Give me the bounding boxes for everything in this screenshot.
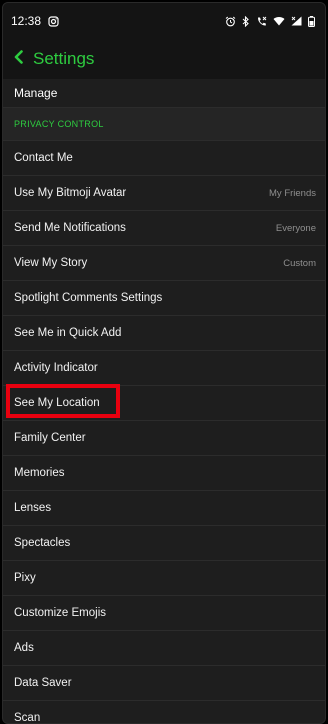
section-header-privacy-control: PRIVACY CONTROL	[3, 108, 325, 141]
list-item-label: Family Center	[14, 432, 86, 444]
list-item-label: Send Me Notifications	[14, 222, 126, 234]
list-item-pixy[interactable]: Pixy	[3, 561, 325, 596]
list-item-activity-indicator[interactable]: Activity Indicator	[3, 351, 325, 386]
list-item-label: Contact Me	[14, 152, 73, 164]
status-time: 12:38	[11, 14, 42, 28]
list-item-view-my-story[interactable]: View My Story Custom	[3, 246, 325, 281]
list-item-value: Everyone	[275, 222, 316, 234]
list-item-label: Data Saver	[14, 677, 72, 689]
section-title: PRIVACY CONTROL	[14, 119, 104, 129]
list-item-contact-me[interactable]: Contact Me	[3, 141, 325, 176]
list-item-label: See Me in Quick Add	[14, 327, 122, 339]
list-item-label: Customize Emojis	[14, 607, 107, 619]
wifi-icon	[273, 16, 285, 26]
bluetooth-icon	[242, 15, 250, 27]
call-icon	[256, 16, 267, 27]
status-right	[225, 15, 315, 27]
list-item-customize-emojis[interactable]: Customize Emojis	[3, 596, 325, 631]
list-item-label: Activity Indicator	[14, 362, 98, 374]
list-item-ads[interactable]: Ads	[3, 631, 325, 666]
list-item-label: Spectacles	[14, 537, 71, 549]
list-item-label: Use My Bitmoji Avatar	[14, 187, 127, 199]
alarm-icon	[225, 16, 236, 27]
signal-icon	[291, 16, 302, 26]
list-item-use-my-bitmoji-avatar[interactable]: Use My Bitmoji Avatar My Friends	[3, 176, 325, 211]
list-item-value: My Friends	[269, 187, 316, 199]
list-item-see-my-location[interactable]: See My Location	[3, 384, 325, 421]
back-chevron-icon[interactable]	[13, 49, 25, 69]
list-item-label: Scan	[14, 712, 41, 724]
list-item-label: Ads	[14, 642, 34, 654]
list-item-value: Custom	[283, 257, 316, 269]
list-item-lenses[interactable]: Lenses	[3, 491, 325, 526]
list-item-label: See My Location	[14, 397, 100, 409]
status-left: 12:38	[11, 14, 59, 28]
list-item-scan[interactable]: Scan	[3, 701, 325, 724]
settings-header: Settings	[3, 39, 325, 79]
list-item-send-me-notifications[interactable]: Send Me Notifications Everyone	[3, 211, 325, 246]
status-bar: 12:38	[3, 3, 325, 39]
list-item-label: Pixy	[14, 572, 36, 584]
instagram-icon	[48, 15, 59, 27]
list-item-spotlight-comments-settings[interactable]: Spotlight Comments Settings	[3, 281, 325, 316]
list-item-label: Lenses	[14, 502, 52, 514]
list-item-see-me-in-quick-add[interactable]: See Me in Quick Add	[3, 316, 325, 351]
list-item-label: Memories	[14, 467, 65, 479]
list-item-family-center[interactable]: Family Center	[3, 421, 325, 456]
list-item-manage[interactable]: Manage	[3, 79, 325, 108]
page-title: Settings	[33, 49, 95, 68]
list-item-label: Spotlight Comments Settings	[14, 292, 163, 304]
list-item-label: Manage	[14, 86, 58, 100]
list-item-label: View My Story	[14, 257, 88, 269]
phone-screen: 12:38 Settings Manage PRIVACY CONTROL Co…	[2, 2, 326, 724]
list-item-memories[interactable]: Memories	[3, 456, 325, 491]
battery-icon	[308, 15, 315, 27]
list-item-spectacles[interactable]: Spectacles	[3, 526, 325, 561]
list-item-data-saver[interactable]: Data Saver	[3, 666, 325, 701]
